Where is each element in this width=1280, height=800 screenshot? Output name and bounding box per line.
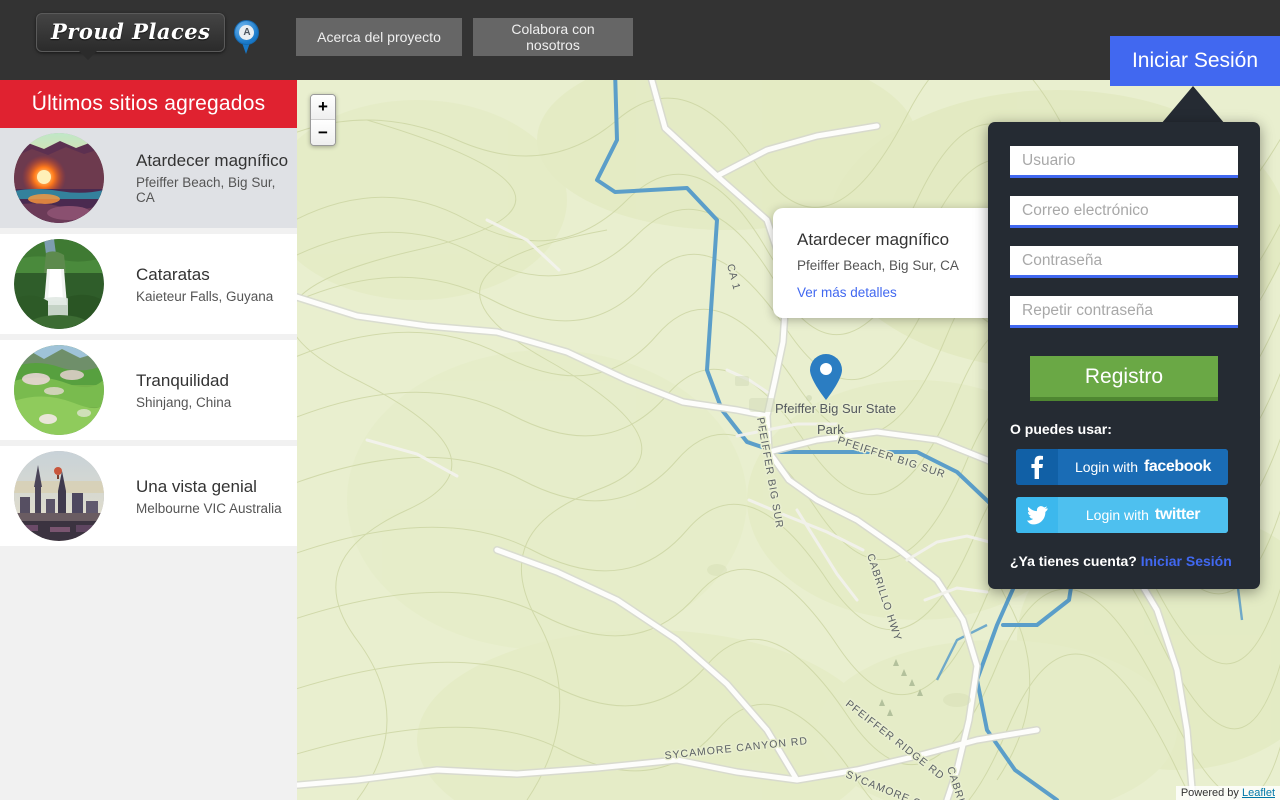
place-thumbnail-waterfall bbox=[14, 239, 104, 329]
map-popup[interactable]: Atardecer magnífico Pfeiffer Beach, Big … bbox=[773, 208, 1021, 318]
email-input[interactable] bbox=[1010, 196, 1238, 228]
map-pin-icon: A bbox=[234, 20, 260, 56]
twitter-login-button[interactable]: Login with twitter bbox=[1016, 497, 1228, 533]
username-input[interactable] bbox=[1010, 146, 1238, 178]
attribution-text: Powered by bbox=[1180, 787, 1242, 799]
twitter-prefix: Login with bbox=[1085, 507, 1149, 523]
latest-places-sidebar: Últimos sitios agregados Atardecer magní… bbox=[0, 80, 297, 800]
register-panel-notch bbox=[1161, 86, 1225, 124]
logo-bubble: Proud Places bbox=[36, 13, 226, 60]
have-account-text: ¿Ya tienes cuenta? bbox=[1010, 553, 1137, 569]
site-logo[interactable]: Proud Places A bbox=[36, 13, 260, 60]
twitter-icon bbox=[1016, 497, 1058, 533]
map-attribution: Powered by Leaflet bbox=[1175, 786, 1280, 800]
list-item-title: Cataratas bbox=[136, 264, 210, 284]
place-thumbnail-hills bbox=[14, 345, 104, 435]
list-item-subtitle: Melbourne VIC Australia bbox=[136, 500, 282, 516]
list-item-text: Cataratas Kaieteur Falls, Guyana bbox=[136, 265, 273, 304]
nav-about-button[interactable]: Acerca del proyecto bbox=[296, 18, 462, 56]
twitter-label: Login with twitter bbox=[1058, 497, 1228, 533]
place-thumbnail-sunset bbox=[14, 133, 104, 223]
facebook-icon bbox=[1016, 449, 1058, 485]
list-item-text: Una vista genial Melbourne VIC Australia bbox=[136, 477, 282, 516]
sidebar-title: Últimos sitios agregados bbox=[0, 80, 297, 128]
login-toggle-button[interactable]: Iniciar Sesión bbox=[1110, 36, 1280, 86]
list-item[interactable]: Atardecer magnífico Pfeiffer Beach, Big … bbox=[0, 128, 297, 234]
register-panel: Registro O puedes usar: Login with facebo… bbox=[988, 122, 1260, 589]
list-item-subtitle: Shinjang, China bbox=[136, 394, 232, 410]
list-item-title: Una vista genial bbox=[136, 476, 257, 496]
map-zoom-controls[interactable]: + − bbox=[310, 94, 336, 146]
list-item[interactable]: Tranquilidad Shinjang, China bbox=[0, 340, 297, 446]
zoom-out-button[interactable]: − bbox=[311, 120, 335, 145]
leaflet-link[interactable]: Leaflet bbox=[1242, 787, 1275, 799]
list-item-text: Atardecer magnífico Pfeiffer Beach, Big … bbox=[136, 151, 297, 205]
repeat-password-input[interactable] bbox=[1010, 296, 1238, 328]
password-input[interactable] bbox=[1010, 246, 1238, 278]
app-root: Proud Places A Acerca del proyecto Colab… bbox=[0, 0, 1280, 800]
place-thumbnail-city bbox=[14, 451, 104, 541]
register-footer: ¿Ya tienes cuenta? Iniciar Sesión bbox=[1010, 553, 1238, 569]
list-item-subtitle: Kaieteur Falls, Guyana bbox=[136, 288, 274, 304]
list-item-title: Tranquilidad bbox=[136, 370, 229, 390]
map-label-park-line1: Pfeiffer Big Sur State bbox=[775, 401, 896, 416]
zoom-in-button[interactable]: + bbox=[311, 95, 335, 120]
list-item-text: Tranquilidad Shinjang, China bbox=[136, 371, 231, 410]
logo-text: Proud Places bbox=[51, 19, 211, 44]
top-header: Proud Places A Acerca del proyecto Colab… bbox=[0, 0, 1280, 80]
list-item[interactable]: Una vista genial Melbourne VIC Australia bbox=[0, 446, 297, 552]
twitter-brand: twitter bbox=[1154, 506, 1201, 523]
facebook-login-button[interactable]: Login with facebook bbox=[1016, 449, 1228, 485]
list-item-subtitle: Pfeiffer Beach, Big Sur, CA bbox=[136, 175, 276, 205]
login-link[interactable]: Iniciar Sesión bbox=[1141, 553, 1232, 569]
register-submit-button[interactable]: Registro bbox=[1030, 356, 1218, 401]
list-item-title: Atardecer magnífico bbox=[136, 151, 289, 170]
social-login-label: O puedes usar: bbox=[1010, 421, 1112, 437]
facebook-prefix: Login with bbox=[1074, 459, 1138, 475]
facebook-label: Login with facebook bbox=[1058, 449, 1228, 485]
facebook-brand: facebook bbox=[1144, 458, 1212, 475]
nav-collaborate-button[interactable]: Colabora con nosotros bbox=[473, 18, 633, 56]
list-item[interactable]: Cataratas Kaieteur Falls, Guyana bbox=[0, 234, 297, 340]
